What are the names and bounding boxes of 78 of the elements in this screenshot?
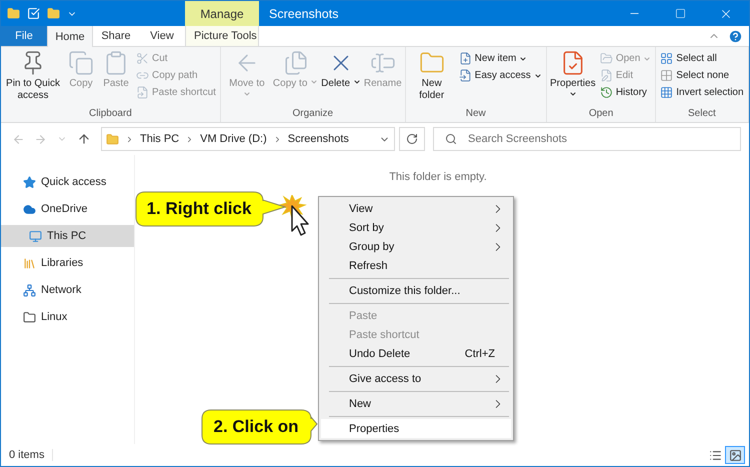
refresh-icon — [406, 133, 418, 145]
ribbon-button[interactable]: History — [598, 84, 654, 101]
nav-item[interactable]: OneDrive — [1, 198, 134, 220]
files-icon — [282, 50, 309, 76]
ribbon-group-label: Organize — [292, 108, 334, 121]
nav-item[interactable]: Network — [1, 279, 134, 301]
edit-file-icon — [600, 69, 613, 82]
star-icon — [23, 176, 36, 188]
ribbon-tab[interactable]: Picture Tools — [185, 26, 259, 46]
empty-folder-message: This folder is empty. — [389, 171, 487, 185]
ribbon-group-label: Clipboard — [88, 108, 133, 121]
callout-tooltip: 1. Right click — [135, 191, 286, 227]
history-icon — [600, 86, 613, 99]
shortcut-text: Ctrl+Z — [464, 348, 496, 360]
nav-item[interactable]: Quick access — [1, 171, 134, 193]
ribbon-tab[interactable]: Home — [47, 26, 93, 47]
open-folder-icon — [600, 52, 613, 65]
ribbon-button[interactable]: Select all — [658, 50, 746, 67]
up-icon — [77, 132, 91, 146]
view-button[interactable] — [725, 446, 745, 464]
ribbon-button[interactable]: Pin to Quick access — [3, 48, 63, 108]
computer-icon — [29, 230, 42, 242]
menu-item[interactable]: Properties — [321, 419, 511, 438]
ribbon-button[interactable]: Easy access — [456, 67, 544, 84]
ribbon-tab[interactable]: File — [1, 26, 47, 46]
network-icon — [23, 284, 36, 296]
refresh-button[interactable] — [399, 127, 425, 151]
forward-icon — [34, 132, 46, 146]
ribbon-group-label: Select — [687, 108, 717, 121]
large-icons-view-icon — [728, 448, 742, 462]
breadcrumb-item[interactable]: Screenshots — [288, 133, 349, 145]
menu-item[interactable]: Refresh — [321, 256, 511, 275]
callout-tooltip: 2. Click on — [201, 409, 318, 445]
search-field[interactable]: Search Screenshots — [433, 127, 741, 151]
help-icon[interactable] — [728, 28, 743, 44]
ribbon-button[interactable]: Properties — [548, 48, 597, 108]
ribbon-button[interactable]: New item — [456, 50, 544, 67]
breadcrumb-item[interactable]: VM Drive (D:) — [200, 133, 267, 145]
window-title: Screenshots — [268, 6, 340, 22]
ribbon-button[interactable]: Delete — [320, 48, 362, 108]
menu-item[interactable]: View — [321, 199, 511, 218]
nav-item[interactable]: This PC — [1, 225, 134, 247]
item-count: 0 items — [9, 449, 54, 461]
cloud-icon — [23, 202, 36, 216]
copy-icon — [68, 50, 94, 76]
folder-icon[interactable] — [7, 7, 20, 20]
chevron-icon — [125, 134, 134, 144]
folder-icon — [23, 310, 36, 324]
search-icon — [445, 133, 457, 145]
library-icon — [23, 256, 36, 270]
menu-item[interactable]: New — [321, 394, 511, 413]
contextual-tab-header: Manage — [185, 1, 259, 26]
ribbon-button[interactable]: New folder — [408, 48, 456, 108]
file-arrow-icon — [458, 69, 472, 82]
new-file-icon — [458, 52, 472, 65]
grid-icon — [660, 86, 674, 99]
grid-icon — [660, 69, 674, 82]
ribbon-group-label: New — [464, 108, 487, 121]
scissors-icon — [136, 52, 149, 65]
grid-icon — [660, 52, 674, 65]
maximize-icon — [674, 8, 686, 19]
ribbon-button[interactable]: Invert selection — [658, 84, 746, 101]
folder-icon[interactable] — [47, 7, 60, 20]
details-view-icon — [708, 448, 722, 462]
ribbon-group-label: Open — [588, 108, 614, 121]
menu-item[interactable]: Group by — [321, 237, 511, 256]
menu-item[interactable]: Customize this folder... — [321, 281, 511, 300]
address-field[interactable]: This PC VM Drive (D:) Screenshots — [101, 127, 395, 151]
back-icon — [12, 132, 24, 146]
menu-item[interactable]: Undo Delete Ctrl+Z — [321, 344, 511, 363]
ribbon-button[interactable]: Select none — [658, 67, 746, 84]
menu-item[interactable]: Give access to — [321, 369, 511, 388]
nav-item[interactable]: Linux — [1, 306, 134, 328]
folder-icon — [106, 132, 119, 146]
nav-item[interactable]: Libraries — [1, 252, 134, 274]
breadcrumb-item[interactable]: This PC — [140, 133, 180, 145]
click-cursor-icon — [279, 195, 309, 237]
menu-item[interactable]: Sort by — [321, 218, 511, 237]
